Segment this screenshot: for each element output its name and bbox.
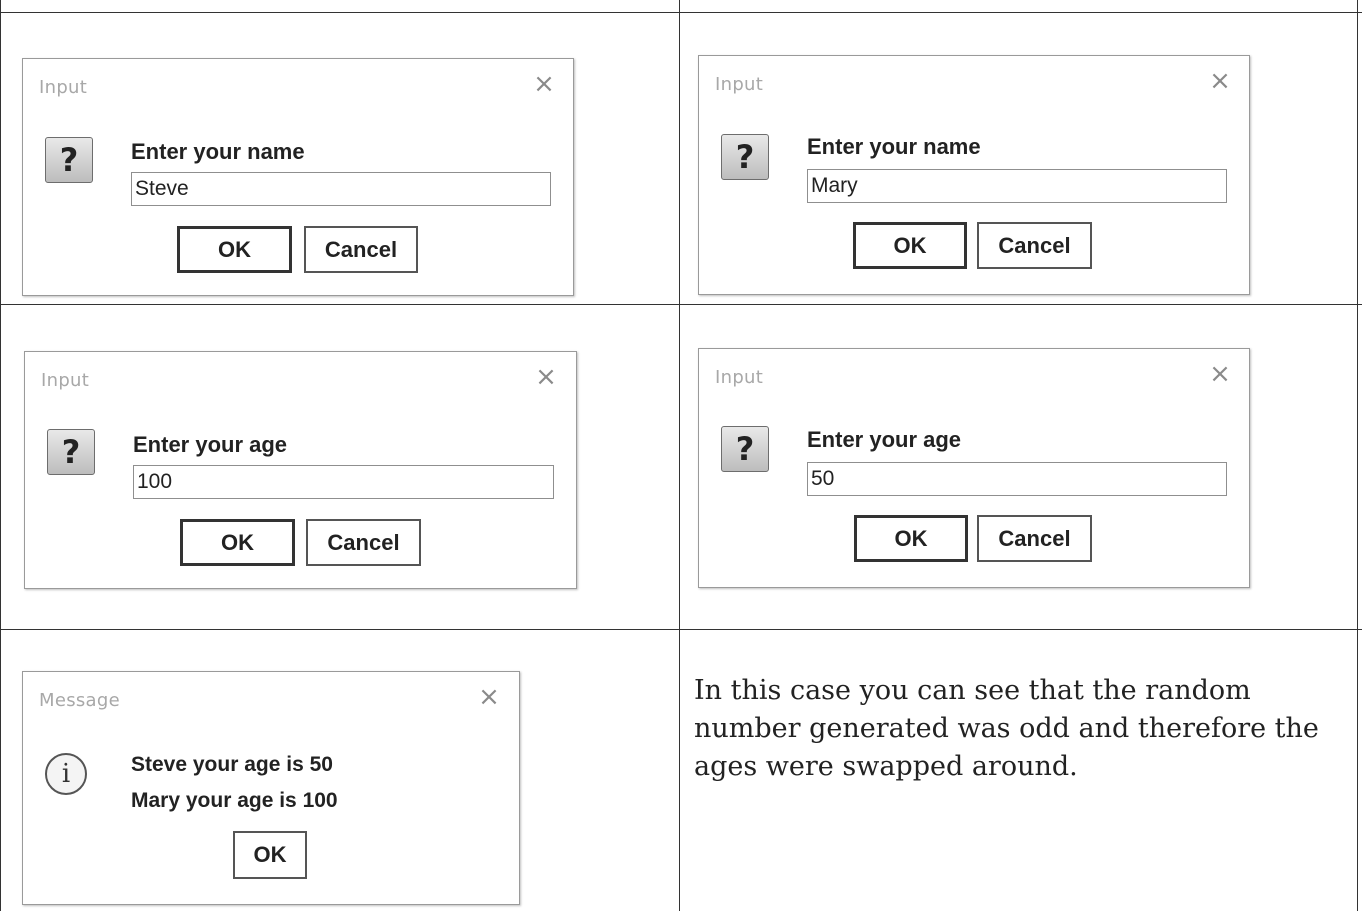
cancel-button[interactable]: Cancel — [306, 519, 421, 566]
column-divider — [0, 0, 1, 911]
column-divider — [679, 0, 680, 911]
name-input[interactable]: Mary — [807, 169, 1227, 203]
dialog-title: Input — [715, 74, 764, 95]
cancel-button[interactable]: Cancel — [977, 515, 1092, 562]
row-divider — [0, 629, 1362, 630]
dialog-title: Input — [39, 77, 88, 98]
dialog-title: Input — [41, 370, 90, 391]
cancel-button[interactable]: Cancel — [304, 226, 418, 273]
close-icon[interactable]: × — [476, 684, 502, 710]
message-dialog: Message × i Steve your age is 50 Mary yo… — [22, 671, 520, 905]
cancel-button[interactable]: Cancel — [977, 222, 1092, 269]
question-icon: ? — [45, 137, 93, 183]
row-divider — [0, 12, 1362, 13]
dialog-prompt: Enter your name — [807, 134, 981, 159]
close-icon[interactable]: × — [1207, 361, 1233, 387]
dialog-title: Message — [39, 690, 120, 711]
question-icon: ? — [721, 426, 769, 472]
question-icon: ? — [47, 429, 95, 475]
message-line-1: Steve your age is 50 — [131, 753, 333, 776]
row-divider — [0, 304, 1362, 305]
column-divider — [1357, 0, 1358, 911]
input-dialog-age-steve: Input × ? Enter your age 100 OK Cancel — [24, 351, 577, 589]
dialog-title: Input — [715, 367, 764, 388]
ok-button[interactable]: OK — [853, 222, 967, 269]
close-icon[interactable]: × — [531, 71, 557, 97]
name-input[interactable]: Steve — [131, 172, 551, 206]
input-dialog-age-mary: Input × ? Enter your age 50 OK Cancel — [698, 348, 1250, 588]
ok-button[interactable]: OK — [233, 831, 307, 879]
ok-button[interactable]: OK — [177, 226, 292, 273]
dialog-prompt: Enter your age — [133, 432, 288, 457]
close-icon[interactable]: × — [533, 364, 559, 390]
input-dialog-name-mary: Input × ? Enter your name Mary OK Cancel — [698, 55, 1250, 295]
explanation-text: In this case you can see that the random… — [694, 675, 1319, 782]
dialog-prompt: Enter your age — [807, 427, 962, 452]
age-input[interactable]: 50 — [807, 462, 1227, 496]
input-dialog-name-steve: Input × ? Enter your name Steve OK Cance… — [22, 58, 574, 296]
info-icon: i — [45, 753, 87, 795]
message-line-2: Mary your age is 100 — [131, 789, 338, 812]
dialog-prompt: Enter your name — [131, 139, 305, 164]
age-input[interactable]: 100 — [133, 465, 554, 499]
question-icon: ? — [721, 134, 769, 180]
ok-button[interactable]: OK — [180, 519, 295, 566]
close-icon[interactable]: × — [1207, 68, 1233, 94]
ok-button[interactable]: OK — [854, 515, 968, 562]
